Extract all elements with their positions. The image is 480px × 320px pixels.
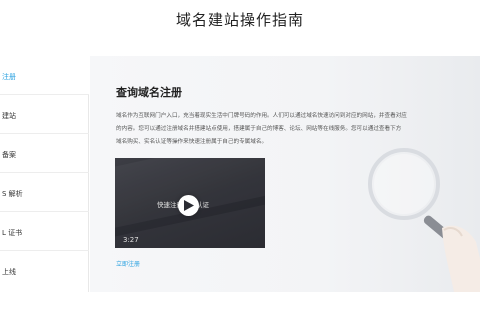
description: 域名作为互联网门户入口，充当着现实生活中门牌号码的作用。人们可以通过域名快速访问…: [116, 110, 480, 149]
video-player[interactable]: 快速注册域名认证 3:27: [115, 158, 265, 248]
sidebar-item-label: 备案: [2, 151, 16, 159]
magnifier-hand-illustration: [368, 148, 480, 292]
section-title: 查询域名注册: [116, 86, 182, 99]
description-line: 域名购买、实名认证等操作来快速注册属于自己的专属域名。: [116, 139, 268, 145]
description-line: 的内容。您可以通过注册域名并搭建站点使用，搭建属于自己的博客、论坛、网站等在线服…: [116, 126, 402, 132]
sidebar-item-label: 上线: [2, 268, 16, 276]
sidebar-item-build[interactable]: 建站: [0, 95, 89, 134]
sidebar-item-ssl[interactable]: L 证书: [0, 212, 89, 251]
sidebar-item-launch[interactable]: 上线: [0, 251, 89, 290]
sidebar-item-label: L 证书: [2, 229, 23, 237]
video-duration: 3:27: [123, 236, 139, 244]
play-icon: [184, 200, 194, 211]
sidebar-item-label: 建站: [2, 112, 16, 120]
sidebar-item-label: S 解析: [2, 190, 23, 198]
description-line: 域名作为互联网门户入口，充当着现实生活中门牌号码的作用。人们可以通过域名快速访问…: [116, 113, 407, 119]
play-button[interactable]: [178, 195, 199, 216]
sidebar: 注册 建站 备案 S 解析 L 证书 上线: [0, 56, 89, 292]
sidebar-item-filing[interactable]: 备案: [0, 134, 89, 173]
register-now-link[interactable]: 立即注册: [116, 259, 140, 268]
sidebar-item-dns[interactable]: S 解析: [0, 173, 89, 212]
main-content: 查询域名注册 域名作为互联网门户入口，充当着现实生活中门牌号码的作用。人们可以通…: [90, 56, 480, 292]
sidebar-item-label: 注册: [2, 73, 16, 81]
sidebar-item-register[interactable]: 注册: [0, 56, 89, 95]
page-title: 域名建站操作指南: [175, 11, 304, 29]
